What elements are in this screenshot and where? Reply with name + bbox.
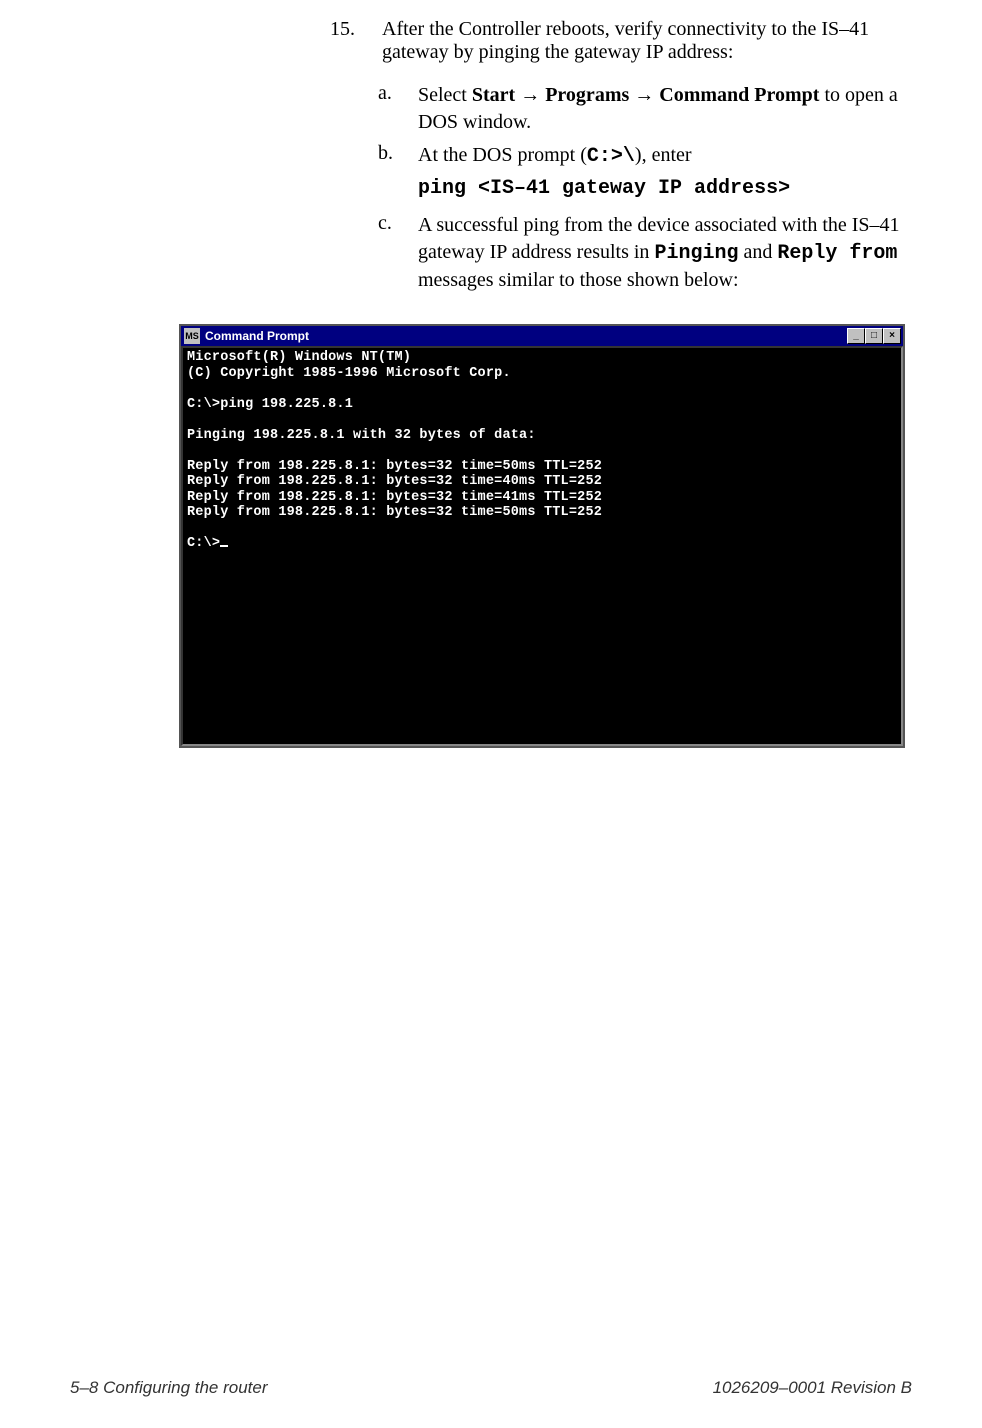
menu-start: Start [472, 84, 515, 106]
arrow-icon: → [629, 84, 659, 106]
sub-label: c. [378, 212, 418, 294]
output-reply-from: Reply from [777, 242, 897, 265]
page-footer: 5–8 Configuring the router 1026209–0001 … [70, 1378, 912, 1398]
text: ), enter [635, 144, 692, 166]
instruction-block: 15. After the Controller reboots, verify… [330, 18, 900, 294]
icon-text: MS [185, 331, 199, 341]
sub-label: b. [378, 142, 418, 206]
maximize-button[interactable]: □ [865, 328, 883, 344]
menu-programs: Programs [545, 84, 629, 106]
command-prompt-window: MS Command Prompt _ □ × Microsoft(R) Win… [179, 324, 905, 748]
dos-prompt: C:>\ [587, 145, 635, 168]
arrow-icon: → [515, 84, 545, 106]
step-15: 15. After the Controller reboots, verify… [330, 18, 900, 64]
text: messages similar to those shown below: [418, 269, 739, 291]
close-button[interactable]: × [883, 328, 901, 344]
text: At the DOS prompt ( [418, 144, 587, 166]
window-icon[interactable]: MS [184, 328, 200, 344]
text: Select [418, 84, 472, 106]
window-buttons: _ □ × [847, 328, 901, 344]
sub-step-c: c. A successful ping from the device ass… [378, 212, 900, 294]
terminal-output[interactable]: Microsoft(R) Windows NT(TM) (C) Copyrigh… [181, 346, 903, 746]
footer-right: 1026209–0001 Revision B [713, 1378, 912, 1398]
step-text: After the Controller reboots, verify con… [382, 18, 900, 64]
text: and [738, 241, 777, 263]
sub-steps: a. Select Start → Programs → Command Pro… [378, 82, 900, 294]
sub-body: At the DOS prompt (C:>\), enter ping <IS… [418, 142, 900, 206]
sub-step-b: b. At the DOS prompt (C:>\), enter ping … [378, 142, 900, 206]
sub-step-a: a. Select Start → Programs → Command Pro… [378, 82, 900, 136]
minimize-button[interactable]: _ [847, 328, 865, 344]
cursor-icon [220, 545, 228, 547]
footer-left: 5–8 Configuring the router [70, 1378, 268, 1398]
output-pinging: Pinging [654, 242, 738, 265]
sub-label: a. [378, 82, 418, 136]
window-title: Command Prompt [203, 329, 847, 343]
command-arg: <IS–41 gateway IP address> [466, 177, 790, 200]
menu-command-prompt: Command Prompt [659, 84, 819, 106]
sub-body: A successful ping from the device associ… [418, 212, 900, 294]
command: ping [418, 177, 466, 200]
step-number: 15. [330, 18, 382, 64]
sub-body: Select Start → Programs → Command Prompt… [418, 82, 900, 136]
command-line: ping <IS–41 gateway IP address> [418, 174, 900, 202]
title-bar[interactable]: MS Command Prompt _ □ × [181, 326, 903, 346]
